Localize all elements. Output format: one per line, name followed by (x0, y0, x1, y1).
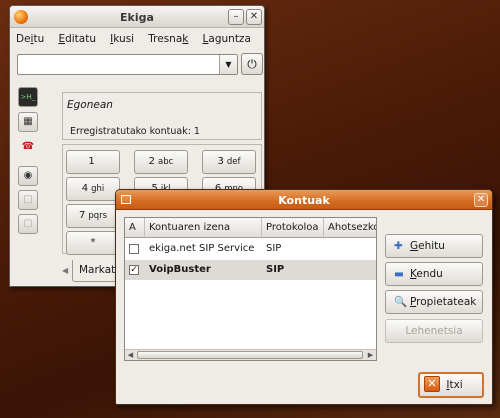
dialog-title: Kontuak (278, 194, 330, 207)
accounts-dialog: Kontuak ✕ A Kontuaren izena Protokoloa A… (115, 189, 493, 405)
scrollbar-thumb[interactable] (137, 351, 363, 359)
url-row: ▼ ⏻ (10, 50, 264, 78)
account-protocol: SIP (266, 264, 285, 275)
webcam-icon[interactable]: ◉ (18, 166, 38, 186)
column-header-voicemail[interactable]: Ahotsezko n (324, 218, 376, 238)
chevron-left-icon[interactable]: ◀ (62, 266, 68, 275)
minus-icon: ▬ (394, 268, 404, 280)
scroll-right-icon[interactable]: ▶ (365, 350, 376, 360)
add-account-button[interactable]: ✚ Gehitu (385, 234, 483, 258)
close-icon[interactable]: ✕ (246, 9, 262, 25)
menu-editatu[interactable]: Editatu (58, 33, 96, 45)
dialog-titlebar[interactable]: Kontuak ✕ (116, 190, 492, 210)
menu-laguntza[interactable]: Laguntza (203, 33, 251, 45)
column-header-account-name[interactable]: Kontuaren izena (145, 218, 262, 238)
key-2[interactable]: 2 abc (134, 150, 188, 174)
plus-icon: ✚ (394, 240, 403, 252)
account-name: VoipBuster (149, 264, 211, 275)
chevron-down-icon[interactable]: ▼ (219, 55, 237, 74)
close-button[interactable]: ✕ Itxi (418, 372, 484, 398)
account-active-checkbox[interactable]: ✓ (129, 265, 139, 275)
column-header-active[interactable]: A (125, 218, 145, 238)
remove-account-button[interactable]: ▬ Kendu (385, 262, 483, 286)
close-icon: ✕ (424, 376, 440, 392)
horizontal-scrollbar[interactable]: ◀ ▶ (125, 349, 376, 360)
console-icon[interactable]: >H_ (18, 87, 38, 107)
key-4[interactable]: 4 ghi (66, 177, 120, 201)
set-default-button[interactable]: Lehenetsia (385, 319, 483, 343)
account-active-checkbox[interactable] (129, 244, 139, 254)
url-input[interactable]: ▼ (17, 54, 238, 75)
column-header-protocol[interactable]: Protokoloa (262, 218, 324, 238)
account-protocol: SIP (266, 243, 282, 254)
status-text: Egonean (67, 99, 113, 111)
video-grid-icon[interactable]: ▦ (18, 112, 38, 132)
menu-deitu[interactable]: Deitu (16, 33, 44, 45)
settings-icon[interactable]: ▢ (18, 214, 38, 234)
ekiga-titlebar[interactable]: Ekiga – ✕ (10, 6, 264, 28)
history-icon[interactable]: □ (18, 190, 38, 210)
registered-accounts-text: Erregistratutako kontuak: 1 (70, 126, 200, 137)
accounts-table: A Kontuaren izena Protokoloa Ahotsezko n… (124, 217, 377, 361)
contacts-icon[interactable]: ☎ (18, 138, 38, 158)
key-star[interactable]: * (66, 231, 120, 255)
menubar: Deitu Editatu Ikusi Tresnak Laguntza (10, 28, 264, 50)
plug-icon: ⏻ (247, 57, 257, 71)
close-icon[interactable]: ✕ (474, 193, 488, 207)
key-7[interactable]: 7 pqrs (66, 204, 120, 228)
ekiga-title: Ekiga (120, 11, 154, 24)
scroll-left-icon[interactable]: ◀ (125, 350, 136, 360)
menu-tresnak[interactable]: Tresnak (148, 33, 188, 45)
minimize-icon[interactable]: – (228, 9, 244, 25)
table-row[interactable]: ekiga.net SIP Service SIP (125, 239, 376, 259)
table-row[interactable]: ✓ VoipBuster SIP (125, 260, 376, 280)
properties-button[interactable]: 🔍 Propietateak (385, 290, 483, 314)
properties-icon: 🔍 (394, 296, 408, 308)
connect-button[interactable]: ⏻ (241, 53, 263, 75)
menu-ikusi[interactable]: Ikusi (110, 33, 134, 45)
account-name: ekiga.net SIP Service (149, 243, 255, 254)
key-1[interactable]: 1 (66, 150, 120, 174)
key-3[interactable]: 3 def (202, 150, 256, 174)
